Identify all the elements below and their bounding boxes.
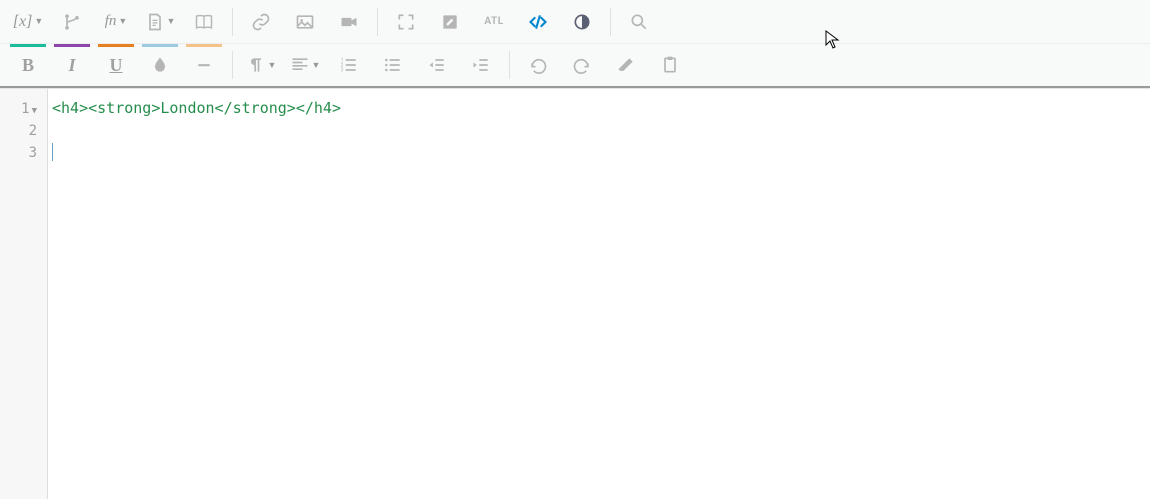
divider	[377, 8, 378, 36]
indent-button[interactable]	[459, 46, 503, 84]
search-icon	[629, 12, 649, 32]
divider	[232, 51, 233, 79]
line-number: 2	[29, 123, 37, 139]
align-left-icon	[290, 55, 310, 75]
toolbar-row-2: B I U ▼ ▼ 123	[0, 44, 1150, 88]
drop-icon	[150, 55, 170, 75]
clipboard-button[interactable]	[648, 46, 692, 84]
eraser-icon	[616, 55, 636, 75]
fold-icon[interactable]: ▼	[32, 106, 37, 116]
minus-icon	[194, 55, 214, 75]
line-number: 1	[21, 101, 29, 117]
outdent-icon	[427, 55, 447, 75]
divider	[610, 8, 611, 36]
contrast-button[interactable]	[560, 3, 604, 41]
atl-button[interactable]: ATL	[472, 3, 516, 41]
image-button[interactable]	[283, 3, 327, 41]
italic-button[interactable]: I	[50, 46, 94, 84]
book-icon	[194, 12, 214, 32]
code-icon	[528, 12, 548, 32]
fullscreen-icon	[396, 12, 416, 32]
edit-square-icon	[440, 12, 460, 32]
link-button[interactable]	[239, 3, 283, 41]
image-icon	[295, 12, 315, 32]
clear-format-button[interactable]	[604, 46, 648, 84]
unordered-list-icon	[383, 55, 403, 75]
code-line	[52, 119, 1146, 141]
atl-icon: ATL	[484, 16, 503, 27]
toolbar: [x]▼ fn▼ ▼ ATL	[0, 0, 1150, 89]
fullscreen-button[interactable]	[384, 3, 428, 41]
video-button[interactable]	[327, 3, 371, 41]
code-editor[interactable]: 1▼ 2 3 <h4><strong>London</strong></h4>	[0, 89, 1150, 499]
redo-button[interactable]	[560, 46, 604, 84]
ordered-list-button[interactable]: 123	[327, 46, 371, 84]
outdent-button[interactable]	[415, 46, 459, 84]
divider	[232, 8, 233, 36]
line-number: 3	[29, 145, 37, 161]
code-line	[52, 141, 1146, 163]
document-icon	[145, 12, 165, 32]
text-cursor	[52, 143, 53, 161]
search-button[interactable]	[617, 3, 661, 41]
align-button[interactable]: ▼	[283, 46, 327, 84]
undo-icon	[528, 55, 548, 75]
edit-button[interactable]	[428, 3, 472, 41]
svg-text:3: 3	[341, 68, 344, 74]
pilcrow-icon	[246, 55, 266, 75]
unordered-list-button[interactable]	[371, 46, 415, 84]
toolbar-row-1: [x]▼ fn▼ ▼ ATL	[0, 0, 1150, 44]
divider	[509, 51, 510, 79]
code-line: <h4><strong>London</strong></h4>	[52, 97, 1146, 119]
clipboard-icon	[660, 55, 680, 75]
indent-icon	[471, 55, 491, 75]
code-view-button[interactable]	[516, 3, 560, 41]
library-button[interactable]	[182, 3, 226, 41]
branch-button[interactable]	[50, 3, 94, 41]
underline-button[interactable]: U	[94, 46, 138, 84]
document-button[interactable]: ▼	[138, 3, 182, 41]
line-gutter: 1▼ 2 3	[0, 89, 48, 499]
variable-button[interactable]: [x]▼	[6, 3, 50, 41]
color-button[interactable]	[138, 46, 182, 84]
contrast-icon	[572, 12, 592, 32]
ordered-list-icon: 123	[339, 55, 359, 75]
paragraph-button[interactable]: ▼	[239, 46, 283, 84]
link-icon	[251, 12, 271, 32]
undo-button[interactable]	[516, 46, 560, 84]
video-icon	[339, 12, 359, 32]
function-button[interactable]: fn▼	[94, 3, 138, 41]
bold-button[interactable]: B	[6, 46, 50, 84]
branch-icon	[62, 12, 82, 32]
strikethrough-button[interactable]	[182, 46, 226, 84]
redo-icon	[572, 55, 592, 75]
code-content[interactable]: <h4><strong>London</strong></h4>	[48, 89, 1150, 499]
